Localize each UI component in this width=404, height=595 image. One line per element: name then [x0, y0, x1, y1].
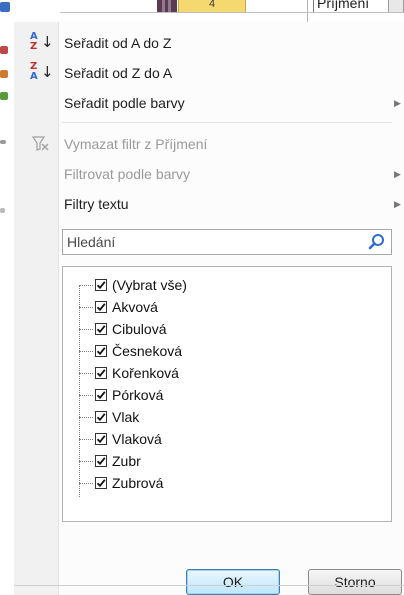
clear-filter-icon [30, 133, 52, 155]
menu-sort-descending[interactable]: Z A ↓ Seřadit od Z do A [14, 58, 404, 88]
sheet-marker-icon [0, 46, 8, 54]
checkbox[interactable] [95, 411, 107, 423]
worksheet-header-strip: 4 Příjmení [0, 0, 404, 22]
list-item-label: Vlak [112, 409, 140, 425]
list-item-label: Vlaková [112, 431, 162, 447]
list-item-label: (Vybrat vše) [112, 277, 187, 293]
checkbox[interactable] [95, 301, 107, 313]
tree-connector [79, 395, 93, 396]
bottom-divider [14, 585, 404, 586]
list-item[interactable]: Vlaková [79, 429, 379, 451]
menu-label: Seřadit od A do Z [64, 35, 172, 51]
checkbox[interactable] [95, 433, 107, 445]
list-item[interactable]: Zubrová [79, 473, 379, 495]
checkmark-icon [96, 413, 106, 422]
list-item-label: Cibulová [112, 321, 167, 337]
list-item[interactable]: Zubr [79, 451, 379, 473]
checkmark-icon [96, 479, 106, 488]
checkbox[interactable] [95, 323, 107, 335]
worksheet-left-edge [0, 0, 14, 595]
chevron-right-icon: ▶ [394, 199, 401, 209]
list-item[interactable]: (Vybrat vše) [79, 275, 379, 297]
checkmark-icon [96, 347, 106, 356]
checkmark-icon [96, 369, 106, 378]
sort-ascending-icon: A Z ↓ [30, 31, 54, 52]
menu-label: Vymazat filtr z Příjmení [64, 136, 208, 152]
checkbox[interactable] [95, 455, 107, 467]
sheet-marker-icon [0, 208, 5, 213]
list-item-label: Kořenková [112, 365, 179, 381]
header-number-cell: 4 [178, 0, 246, 12]
magnifier-icon[interactable] [368, 233, 386, 251]
menu-label: Seřadit od Z do A [64, 65, 173, 81]
checkmark-icon [96, 303, 106, 312]
list-item[interactable]: Pórková [79, 385, 379, 407]
menu-label: Seřadit podle barvy [64, 95, 185, 111]
tree-connector [79, 461, 93, 462]
list-item-label: Zubrová [112, 475, 164, 491]
checkbox[interactable] [95, 389, 107, 401]
tree-connector [79, 483, 93, 484]
checkmark-icon [96, 391, 106, 400]
list-item-label: Zubr [112, 453, 141, 469]
chevron-right-icon: ▶ [394, 169, 401, 179]
menu-clear-filter: Vymazat filtr z Příjmení [14, 129, 404, 159]
list-item[interactable]: Cibulová [79, 319, 379, 341]
chevron-right-icon: ▶ [394, 98, 401, 108]
sort-descending-icon: Z A ↓ [30, 61, 54, 82]
list-item-label: Akvová [112, 299, 158, 315]
tree-connector [79, 285, 93, 286]
filter-value-list[interactable]: (Vybrat vše) Akvová Cibulová Česneková Kořen… [62, 266, 392, 522]
checkbox[interactable] [95, 367, 107, 379]
menu-label: Filtry textu [64, 196, 129, 212]
checkmark-icon [96, 281, 106, 290]
tree-connector [79, 329, 93, 330]
tree-connector [79, 373, 93, 374]
menu-filter-by-color: Filtrovat podle barvy ▶ [14, 159, 404, 189]
autofilter-menu: A Z ↓ Seřadit od A do Z Z A ↓ Seřadit od Z d… [14, 22, 404, 595]
menu-sort-by-color[interactable]: Seřadit podle barvy ▶ [14, 88, 404, 118]
list-item[interactable]: Kořenková [79, 363, 379, 385]
ok-button[interactable]: OK [186, 569, 280, 595]
sheet-marker-icon [0, 92, 8, 100]
menu-label: Filtrovat podle barvy [64, 166, 191, 182]
cancel-button[interactable]: Storno [308, 569, 402, 595]
tree-connector [79, 351, 93, 352]
sheet-marker-icon [0, 140, 6, 144]
list-item-label: Česneková [112, 343, 183, 359]
checkmark-icon [96, 435, 106, 444]
list-item-label: Pórková [112, 387, 164, 403]
menu-sort-ascending[interactable]: A Z ↓ Seřadit od A do Z [14, 28, 404, 58]
checkbox[interactable] [95, 477, 107, 489]
help-icon [0, 2, 10, 12]
search-input[interactable] [67, 232, 357, 252]
menu-separator [62, 122, 392, 123]
list-item[interactable]: Vlak [79, 407, 379, 429]
checkbox[interactable] [95, 345, 107, 357]
checkbox[interactable] [95, 279, 107, 291]
menu-text-filters[interactable]: Filtry textu ▶ [14, 189, 404, 219]
checkmark-icon [96, 457, 106, 466]
list-item[interactable]: Akvová [79, 297, 379, 319]
tree-connector [79, 439, 93, 440]
tree-connector [79, 417, 93, 418]
tree-connector [79, 307, 93, 308]
sheet-marker-icon [0, 70, 8, 78]
search-box[interactable] [62, 229, 392, 255]
checkmark-icon [96, 325, 106, 334]
list-item[interactable]: Česneková [79, 341, 379, 363]
column-header-selected [157, 0, 177, 12]
